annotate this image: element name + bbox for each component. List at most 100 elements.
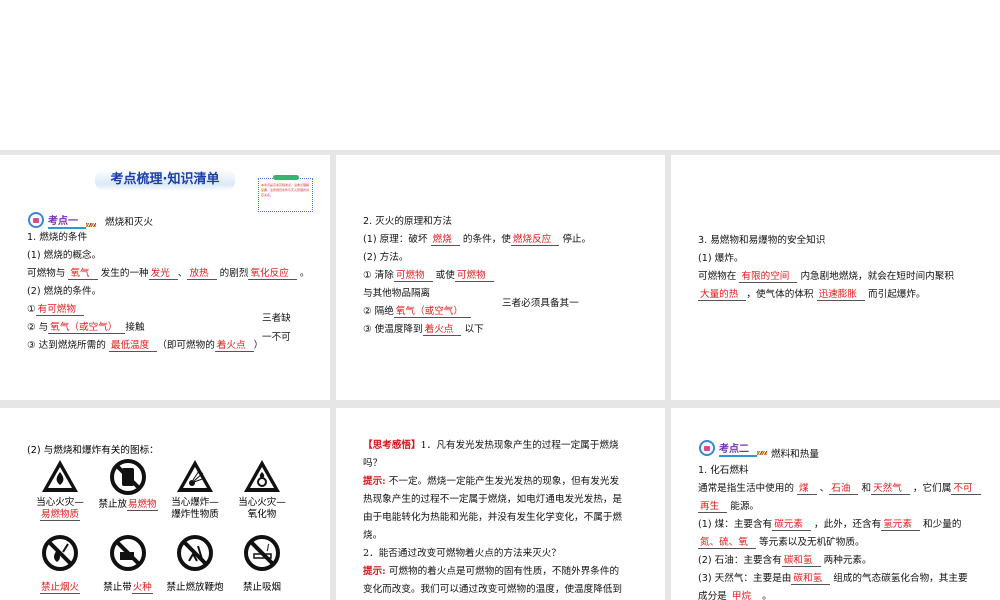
text-segment: 两种元素。 — [820, 555, 872, 566]
text-segment: (1) 原理：破坏 — [363, 234, 431, 245]
text-segment: 氧化物 — [247, 509, 277, 520]
text-line: (1) 原理：破坏 燃烧 的条件，使 燃烧反应 停止。 — [363, 231, 659, 249]
safety-sign: 当心爆炸— 爆炸性物质 — [161, 458, 229, 521]
note-tag — [273, 175, 299, 180]
slide-6[interactable]: 考点二 燃料和热量 1. 化石燃料 通常是指生活中使用的 煤 、石油 和天然气 ，… — [671, 408, 1000, 600]
text-line: 成分是 甲烷 。 — [698, 588, 994, 600]
text-segment: ，使气体的体积 — [746, 289, 817, 300]
text-line: 提示: 可燃物的着火点是可燃物的固有性质，不随外界条件的 — [363, 563, 659, 581]
text-segment: 可燃物与 — [27, 268, 69, 279]
note-text: 本考点是高考高频考点，请重点理解掌握，注意燃烧条件与灭火原理的对应关系。 — [261, 183, 310, 197]
sign-label-line: 易燃物质 — [26, 509, 94, 521]
answer-blank: 再生 — [698, 501, 728, 513]
text-segment: ，此外，还含有 — [810, 519, 882, 530]
text-segment: 爆炸性物质 — [171, 509, 219, 520]
text-line: (3) 天然气：主要是由 碳和氢 组成的气态碳氢化合物，其主要 — [698, 570, 994, 588]
sign-label-line: 禁止烟火 — [26, 582, 94, 594]
slide-5[interactable]: 【思考感悟】1．凡有发光发热现象产生的过程一定属于燃烧 吗？ 提示: 不一定。燃烧一… — [336, 408, 665, 600]
answer-blank: 燃烧 — [430, 234, 460, 246]
text-segment: 可燃物的着火点是可燃物的固有性质，不随外界条件的 — [385, 566, 620, 577]
safety-sign: 禁止吸烟 — [228, 534, 296, 594]
badge-label: 考点二 — [719, 440, 757, 457]
answer-blank: 氧化反应 — [248, 268, 297, 280]
warning-oxidizer-icon — [228, 458, 296, 494]
safety-sign: 禁止烟火 — [26, 534, 94, 594]
text-segment: 发生的一种 — [97, 268, 149, 279]
text-line: (1) 燃烧的概念。 — [27, 247, 324, 265]
text-line: (1) 煤：主要含有 碳元素 ，此外，还含有 氢元素 和少量的 — [698, 516, 994, 534]
text-segment: 、 — [816, 483, 830, 494]
safety-sign: 当心火灾— 易燃物质 — [26, 458, 94, 521]
text-line: ① 清除 可燃物 或使 可燃物 — [363, 267, 659, 285]
answer-blank: 不可 — [951, 483, 981, 495]
text-line: 氮、硫、氧 等元素以及无机矿物质。 — [698, 534, 994, 552]
sign-label-line: 氧化物 — [228, 509, 296, 521]
side-note: 三者必须具备其一 — [502, 298, 579, 309]
topic-badge: 考点一 — [28, 212, 96, 229]
text-line: 2. 灭火的原理和方法 — [363, 213, 659, 231]
text-segment: 由于电能转化为热能和光能，并没有发生化学变化，不属于燃 — [363, 512, 623, 523]
sign-label-line: 易燃物 — [127, 499, 158, 511]
side-note-line: 一不可 — [262, 332, 291, 343]
answer-blank: 甲烷 — [729, 591, 760, 600]
text-segment: ，它们属 — [909, 483, 952, 494]
sign-label-line: 当心火灾— — [228, 497, 296, 509]
tip-note-box: 本考点是高考高频考点，请重点理解掌握，注意燃烧条件与灭火原理的对应关系。 — [258, 175, 313, 212]
answer-blank: 氮、硫、氧 — [698, 537, 756, 549]
text-line: 大量的热 ，使气体的体积 迅速膨胀 而引起爆炸。 — [698, 286, 994, 304]
topic-heading: 燃料和热量 — [771, 449, 819, 460]
text-line: 变化而改变。我们可以通过改变可燃物的温度，使温度降低到 — [363, 581, 659, 599]
text-segment: 。 — [759, 591, 772, 600]
text-segment: 成分是 — [698, 591, 730, 600]
text-segment: 当心火灾— — [238, 497, 286, 508]
answer-blank: 放热 — [187, 268, 217, 280]
text-line: 【思考感悟】1．凡有发光发热现象产生的过程一定属于燃烧 — [363, 437, 659, 455]
text-segment: 内急剧地燃烧，就会在短时间内聚积 — [797, 271, 954, 282]
side-note-line: 三者缺 — [262, 313, 291, 324]
text-segment: (2) 方法。 — [363, 252, 409, 263]
sign-label-line: 当心爆炸— — [161, 497, 229, 509]
no-flammables-icon — [94, 458, 162, 496]
text-segment: 的条件，使 — [459, 234, 511, 245]
answer-blank: 氧气（或空气） — [48, 322, 126, 334]
text-segment: 2. 灭火的原理和方法 — [363, 216, 452, 227]
slide-4[interactable]: (2) 与燃烧和爆炸有关的图标： 当心火灾— 易燃物质 禁止放易燃物 当心爆炸— 爆炸性… — [0, 408, 330, 600]
answer-blank: 着火点 — [214, 340, 254, 352]
text-line: 1. 化石燃料 — [698, 462, 994, 480]
answer-blank: 碳和氢 — [791, 573, 831, 585]
safety-sign: 禁止燃放鞭炮 — [161, 534, 229, 594]
text-segment: ② 与 — [27, 322, 49, 333]
badge-icon — [28, 212, 44, 228]
text-segment: 接触 — [125, 322, 145, 333]
answer-blank: 氢元素 — [881, 519, 920, 531]
slide-body: 【思考感悟】1．凡有发光发热现象产生的过程一定属于燃烧 吗？ 提示: 不一定。燃烧一… — [363, 437, 659, 599]
text-line: 提示: 不一定。燃烧一定能产生发光发热的现象，但有发光发 — [363, 473, 659, 491]
text-segment: (1) 燃烧的概念。 — [27, 250, 102, 261]
slide-2[interactable]: 2. 灭火的原理和方法 (1) 原理：破坏 燃烧 的条件，使 燃烧反应 停止。 (2)… — [336, 155, 665, 400]
text-segment: (2) 石油：主要含有 — [698, 555, 782, 566]
text-segment: 禁止吸烟 — [242, 582, 281, 593]
text-segment: 而引起爆炸。 — [864, 289, 926, 300]
text-segment: ① — [27, 304, 36, 315]
text-line: 热现象产生的过程不一定属于燃烧，如电灯通电发光发热，是 — [363, 491, 659, 509]
text-line: (2) 燃烧的条件。 — [27, 283, 324, 301]
answer-blank: 火种 — [131, 582, 153, 594]
slide-3[interactable]: 3. 易燃物和易爆物的安全知识 (1) 爆炸。 可燃物在 有限的空间 内急剧地燃烧，… — [671, 155, 1000, 400]
text-segment: 3. 易燃物和易爆物的安全知识 — [698, 235, 826, 246]
text-segment: 组成的气态碳氢化合物，其主要 — [830, 573, 968, 584]
text-line: 通常是指生活中使用的 煤 、石油 和天然气 ，它们属 不可 — [698, 480, 994, 498]
slide-1[interactable]: 考点梳理·知识清单 本考点是高考高频考点，请重点理解掌握，注意燃烧条件与灭火原理… — [0, 155, 330, 400]
answer-blank: 可燃物 — [393, 270, 433, 282]
text-segment: 和 — [858, 483, 872, 494]
no-smoking-icon — [228, 534, 296, 572]
text-segment: 与其他物品隔离 — [363, 288, 431, 299]
text-segment: 2．能否通过改变可燃物着火点的方法来灭火？ — [363, 548, 561, 559]
text-segment: 。 — [296, 268, 310, 279]
no-matches-icon — [94, 534, 162, 572]
answer-blank: 碳和氢 — [781, 555, 821, 567]
answer-blank: 氧气 — [68, 268, 98, 280]
sign-label-line: 火种 — [131, 582, 153, 594]
text-segment: 通常是指生活中使用的 — [698, 483, 797, 494]
text-segment: 不一定。燃烧一定能产生发光发热的现象，但有发光发 — [385, 476, 620, 487]
text-segment: 禁止带 — [103, 582, 132, 593]
